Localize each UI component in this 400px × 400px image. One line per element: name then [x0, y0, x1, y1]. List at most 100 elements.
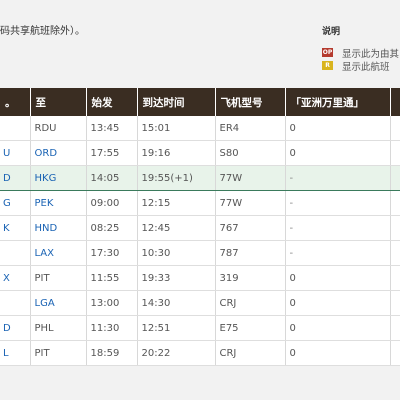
- cell-departure-text: 14:05: [90, 172, 120, 184]
- cell-to: LGA: [30, 290, 87, 316]
- cell-departure-text: 18:59: [90, 347, 120, 359]
- table-header-row: 。 至 始发 到达时间 飞机型号 「亚洲万里通」: [0, 88, 400, 116]
- cell-departure: 14:05: [86, 165, 138, 191]
- table-row[interactable]: U ORD 17:55 19:16 S80 0: [0, 140, 400, 166]
- cell-to: PEK: [30, 190, 87, 216]
- cell-from: L: [0, 340, 31, 366]
- cell-asia-miles-text: -: [289, 197, 294, 209]
- cell-departure-text: 17:55: [90, 147, 120, 159]
- cell-to: PHL: [30, 315, 87, 341]
- cell-arrival: 10:30: [137, 240, 216, 266]
- cell-arrival: 19:16: [137, 140, 216, 166]
- cell-from-text[interactable]: D: [3, 173, 11, 184]
- cell-from: D: [0, 165, 31, 191]
- cell-from: [0, 116, 31, 141]
- cell-extra: [390, 265, 400, 291]
- legend-item-op: OP 显示此为由其: [322, 46, 399, 60]
- cell-aircraft-text: CRJ: [219, 297, 237, 309]
- cell-to-text[interactable]: HND: [35, 223, 58, 234]
- cell-to-text[interactable]: HKG: [35, 173, 57, 184]
- cell-departure-text: 17:30: [90, 247, 120, 259]
- cell-arrival-text: 10:30: [141, 247, 171, 259]
- cell-asia-miles: 0: [285, 116, 391, 141]
- cell-from: D: [0, 315, 31, 341]
- cell-to-text[interactable]: LGA: [35, 298, 55, 309]
- cell-asia-miles: 0: [285, 140, 391, 166]
- cell-asia-miles: -: [285, 240, 391, 266]
- col-header-arrival: 到达时间: [137, 88, 216, 116]
- cell-asia-miles: 0: [285, 290, 391, 316]
- cell-arrival: 14:30: [137, 290, 216, 316]
- cell-departure: 08:25: [86, 215, 138, 241]
- cell-aircraft-text: 77W: [219, 197, 243, 209]
- cell-arrival-text: 15:01: [141, 122, 171, 134]
- cell-arrival-text: 19:55(+1): [141, 172, 193, 184]
- cell-asia-miles-text: 0: [289, 122, 296, 134]
- cell-aircraft-text: 77W: [219, 172, 243, 184]
- cell-from: X: [0, 265, 31, 291]
- cell-aircraft: S80: [215, 140, 286, 166]
- cell-extra: [390, 116, 400, 141]
- cell-from-text[interactable]: X: [3, 273, 10, 284]
- cell-arrival: 12:51: [137, 315, 216, 341]
- col-header-extra: [390, 88, 400, 116]
- cell-arrival-text: 14:30: [141, 297, 171, 309]
- table-row[interactable]: G PEK 09:00 12:15 77W -: [0, 190, 400, 216]
- flight-schedule-table: 。 至 始发 到达时间 飞机型号 「亚洲万里通」 RDU 13:45 15:01 ER…: [0, 88, 400, 366]
- cell-departure: 17:30: [86, 240, 138, 266]
- table-row[interactable]: LAX 17:30 10:30 787 -: [0, 240, 400, 266]
- table-row[interactable]: D PHL 11:30 12:51 E75 0: [0, 315, 400, 341]
- cell-to: RDU: [30, 116, 87, 141]
- cell-arrival: 19:55(+1): [137, 165, 216, 191]
- cell-arrival: 12:45: [137, 215, 216, 241]
- cell-asia-miles-text: 0: [289, 272, 296, 284]
- cell-aircraft-text: S80: [219, 147, 239, 159]
- cell-asia-miles: -: [285, 215, 391, 241]
- cell-aircraft-text: 787: [219, 247, 239, 259]
- col-header-aircraft: 飞机型号: [215, 88, 286, 116]
- table-row[interactable]: X PIT 11:55 19:33 319 0: [0, 265, 400, 291]
- table-row[interactable]: RDU 13:45 15:01 ER4 0: [0, 116, 400, 141]
- legend-item-text: 显示此航班: [342, 61, 390, 73]
- col-header-departure: 始发: [86, 88, 138, 116]
- cell-departure-text: 13:45: [90, 122, 120, 134]
- footnote-text: 码共享航班除外）。: [0, 26, 85, 37]
- cell-departure-text: 11:30: [90, 322, 120, 334]
- cell-asia-miles-text: 0: [289, 347, 296, 359]
- cell-aircraft-text: ER4: [219, 122, 240, 134]
- cell-arrival-text: 19:33: [141, 272, 171, 284]
- cell-extra: [390, 315, 400, 341]
- cell-to: PIT: [30, 265, 87, 291]
- cell-from: [0, 290, 31, 316]
- cell-from-text[interactable]: U: [3, 148, 10, 159]
- cell-extra: [390, 140, 400, 166]
- cell-to: LAX: [30, 240, 87, 266]
- table-row[interactable]: K HND 08:25 12:45 767 -: [0, 215, 400, 241]
- cell-to: ORD: [30, 140, 87, 166]
- cell-from-text[interactable]: K: [3, 223, 10, 234]
- table-row[interactable]: L PIT 18:59 20:22 CRJ 0: [0, 340, 400, 366]
- cell-arrival: 15:01: [137, 116, 216, 141]
- cell-from-text[interactable]: L: [3, 348, 9, 359]
- cell-from-text[interactable]: D: [3, 323, 11, 334]
- cell-arrival-text: 12:15: [141, 197, 171, 209]
- cell-from-text[interactable]: G: [3, 198, 11, 209]
- cell-arrival: 19:33: [137, 265, 216, 291]
- cell-aircraft-text: 319: [219, 272, 239, 284]
- cell-aircraft-text: CRJ: [219, 347, 237, 359]
- cell-to-text[interactable]: PEK: [35, 198, 54, 209]
- cell-asia-miles: 0: [285, 340, 391, 366]
- table-row[interactable]: LGA 13:00 14:30 CRJ 0: [0, 290, 400, 316]
- cell-aircraft-text: 767: [219, 222, 239, 234]
- cell-to: PIT: [30, 340, 87, 366]
- cell-asia-miles-text: 0: [289, 147, 296, 159]
- table-row[interactable]: D HKG 14:05 19:55(+1) 77W -: [0, 165, 400, 191]
- cell-from: U: [0, 140, 31, 166]
- cell-to-text[interactable]: ORD: [35, 148, 58, 159]
- cell-arrival-text: 19:16: [141, 147, 171, 159]
- cell-departure: 17:55: [86, 140, 138, 166]
- cell-to-text[interactable]: LAX: [35, 248, 55, 259]
- cell-aircraft: CRJ: [215, 340, 286, 366]
- cell-aircraft: 77W: [215, 165, 286, 191]
- cell-asia-miles: -: [285, 190, 391, 216]
